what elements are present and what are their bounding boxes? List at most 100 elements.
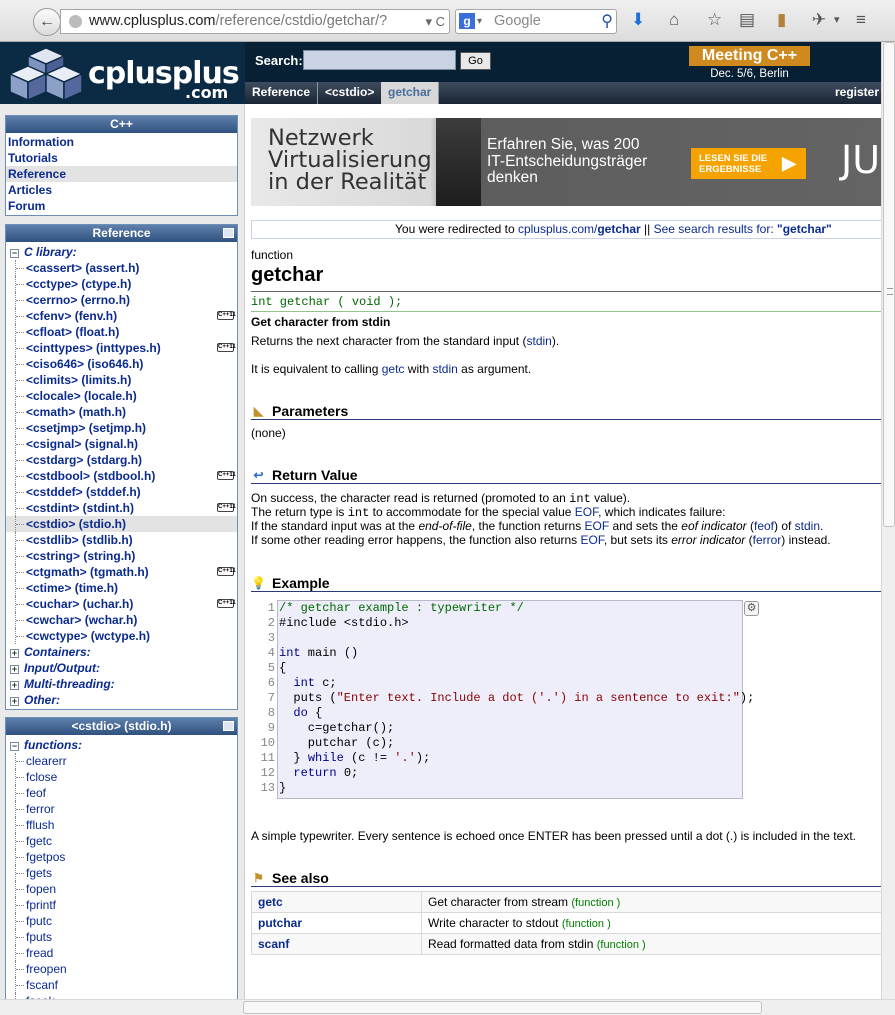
search-engine-dropdown-icon[interactable]: ▾ bbox=[477, 10, 482, 33]
function-list-item[interactable]: fputc bbox=[6, 913, 237, 929]
c-library-item[interactable]: <csignal> (signal.h) bbox=[6, 436, 237, 452]
tree-section[interactable]: + Input/Output: bbox=[6, 660, 237, 676]
function-list-item[interactable]: fflush bbox=[6, 817, 237, 833]
c-library-item[interactable]: <ciso646> (iso646.h) bbox=[6, 356, 237, 372]
menu-icon[interactable]: ≡ bbox=[856, 11, 866, 29]
function-list-item[interactable]: freopen bbox=[6, 961, 237, 977]
nav-tutorials[interactable]: Tutorials bbox=[6, 150, 237, 166]
c-library-section[interactable]: − C library: bbox=[6, 244, 237, 260]
collapse-box-icon[interactable] bbox=[223, 721, 234, 731]
stdin-link[interactable]: stdin bbox=[526, 334, 551, 348]
horizontal-scroll-thumb[interactable] bbox=[243, 1001, 762, 1014]
bookmarks-menu-icon[interactable]: ▤ bbox=[739, 11, 755, 29]
nav-reference[interactable]: Reference bbox=[6, 166, 237, 182]
ad-cta-button[interactable]: LESEN SIE DIE ERGEBNISSE ▶ bbox=[691, 148, 806, 179]
nav-articles[interactable]: Articles bbox=[6, 182, 237, 198]
tree-section[interactable]: + Multi-threading: bbox=[6, 676, 237, 692]
function-list-item[interactable]: fopen bbox=[6, 881, 237, 897]
home-icon[interactable]: ⌂ bbox=[669, 11, 679, 29]
site-logo[interactable]: cplusplus .com bbox=[0, 42, 245, 104]
horizontal-scrollbar[interactable] bbox=[0, 999, 895, 1015]
nav-forum[interactable]: Forum bbox=[6, 198, 237, 214]
function-list-item[interactable]: fputs bbox=[6, 929, 237, 945]
url-controls[interactable]: ▾ C bbox=[422, 10, 445, 33]
nav-information[interactable]: Information bbox=[6, 134, 237, 150]
see-also-link[interactable]: getc bbox=[258, 895, 283, 909]
function-list-item[interactable]: fprintf bbox=[6, 897, 237, 913]
vertical-scroll-thumb[interactable] bbox=[883, 42, 895, 527]
c-library-item[interactable]: <ctgmath> (tgmath.h) C++11 bbox=[6, 564, 237, 580]
meeting-cpp-promo[interactable]: Meeting C++ Dec. 5/6, Berlin bbox=[689, 46, 810, 84]
bookmark-star-icon[interactable]: ☆ bbox=[707, 11, 722, 29]
c-library-item[interactable]: <cinttypes> (inttypes.h) C++11 bbox=[6, 340, 237, 356]
expand-icon[interactable]: + bbox=[10, 681, 19, 690]
eof-link[interactable]: EOF bbox=[585, 519, 610, 533]
c-library-item[interactable]: <cstdint> (stdint.h) C++11 bbox=[6, 500, 237, 516]
function-list-item[interactable]: fread bbox=[6, 945, 237, 961]
advertisement-banner[interactable]: Netzwerk Virtualisierung in der Realität… bbox=[251, 118, 881, 206]
see-also-link[interactable]: scanf bbox=[258, 937, 289, 951]
back-button[interactable]: ← bbox=[33, 8, 61, 36]
function-list-item[interactable]: fgets bbox=[6, 865, 237, 881]
see-also-link[interactable]: putchar bbox=[258, 916, 302, 930]
collapse-icon[interactable]: − bbox=[10, 742, 19, 751]
function-list-item[interactable]: clearerr bbox=[6, 753, 237, 769]
c-library-item[interactable]: <cerrno> (errno.h) bbox=[6, 292, 237, 308]
c-library-item[interactable]: <climits> (limits.h) bbox=[6, 372, 237, 388]
c-library-item[interactable]: <cstdarg> (stdarg.h) bbox=[6, 452, 237, 468]
c-library-item[interactable]: <cstdlib> (stdlib.h) bbox=[6, 532, 237, 548]
tree-section[interactable]: + Containers: bbox=[6, 644, 237, 660]
function-list-item[interactable]: ferror bbox=[6, 801, 237, 817]
stdin-link[interactable]: stdin bbox=[795, 519, 820, 533]
c-library-item[interactable]: <cfenv> (fenv.h) C++11 bbox=[6, 308, 237, 324]
c-library-item[interactable]: <clocale> (locale.h) bbox=[6, 388, 237, 404]
expand-icon[interactable]: + bbox=[10, 665, 19, 674]
c-library-item[interactable]: <ctime> (time.h) bbox=[6, 580, 237, 596]
breadcrumb-cstdio[interactable]: <cstdio> bbox=[318, 82, 383, 104]
c-library-item[interactable]: <csetjmp> (setjmp.h) bbox=[6, 420, 237, 436]
site-search-input[interactable] bbox=[303, 50, 456, 70]
gear-icon[interactable]: ⚙ bbox=[744, 601, 759, 616]
c-library-item[interactable]: <cfloat> (float.h) bbox=[6, 324, 237, 340]
eof-link[interactable]: EOF bbox=[581, 533, 604, 547]
search-icon[interactable]: ⚲ bbox=[601, 10, 613, 33]
breadcrumb-reference[interactable]: Reference bbox=[245, 82, 319, 104]
addon-bug-icon[interactable]: ✈ bbox=[812, 11, 826, 29]
feof-link[interactable]: feof bbox=[754, 519, 774, 533]
functions-section[interactable]: − functions: bbox=[6, 737, 237, 753]
function-list-item[interactable]: fclose bbox=[6, 769, 237, 785]
search-results-link[interactable]: See search results for: "getchar" bbox=[654, 222, 832, 236]
c-library-item[interactable]: <cuchar> (uchar.h) C++11 bbox=[6, 596, 237, 612]
function-list-item[interactable]: feof bbox=[6, 785, 237, 801]
function-list-item[interactable]: fgetc bbox=[6, 833, 237, 849]
download-icon[interactable]: ⬇ bbox=[631, 11, 645, 29]
c-library-item[interactable]: <cstdbool> (stdbool.h) C++11 bbox=[6, 468, 237, 484]
vertical-scrollbar[interactable] bbox=[881, 42, 895, 1000]
tree-section[interactable]: + Other: bbox=[6, 692, 237, 708]
getc-link[interactable]: getc bbox=[382, 362, 405, 376]
reload-icon[interactable]: C bbox=[436, 14, 445, 29]
c-library-item[interactable]: <cwchar> (wchar.h) bbox=[6, 612, 237, 628]
expand-icon[interactable]: + bbox=[10, 697, 19, 706]
eof-link[interactable]: EOF bbox=[575, 505, 598, 519]
collapse-box-icon[interactable] bbox=[223, 228, 234, 238]
collapse-icon[interactable]: − bbox=[10, 249, 19, 258]
redirect-link[interactable]: cplusplus.com/getchar bbox=[518, 222, 641, 236]
ferror-link[interactable]: ferror bbox=[753, 533, 782, 547]
addon-icon[interactable]: ▮ bbox=[777, 11, 786, 29]
google-icon[interactable]: g bbox=[459, 13, 475, 29]
c-library-item[interactable]: <cwctype> (wctype.h) bbox=[6, 628, 237, 644]
register-link[interactable]: register bbox=[819, 82, 881, 104]
c-library-item[interactable]: <cctype> (ctype.h) bbox=[6, 276, 237, 292]
c-library-item[interactable]: <cstddef> (stddef.h) bbox=[6, 484, 237, 500]
browser-search-box[interactable]: g ▾ Google ⚲ bbox=[455, 9, 617, 34]
c-library-item[interactable]: <cassert> (assert.h) bbox=[6, 260, 237, 276]
function-list-item[interactable]: fgetpos bbox=[6, 849, 237, 865]
address-bar[interactable]: www.cplusplus.com/reference/cstdio/getch… bbox=[60, 9, 450, 34]
c-library-item[interactable]: <cstring> (string.h) bbox=[6, 548, 237, 564]
expand-icon[interactable]: + bbox=[10, 649, 19, 658]
c-library-item[interactable]: <cstdio> (stdio.h) bbox=[6, 516, 237, 532]
c-library-item[interactable]: <cmath> (math.h) bbox=[6, 404, 237, 420]
overflow-dropdown-icon[interactable]: ▾ bbox=[834, 11, 840, 29]
function-list-item[interactable]: fscanf bbox=[6, 977, 237, 993]
